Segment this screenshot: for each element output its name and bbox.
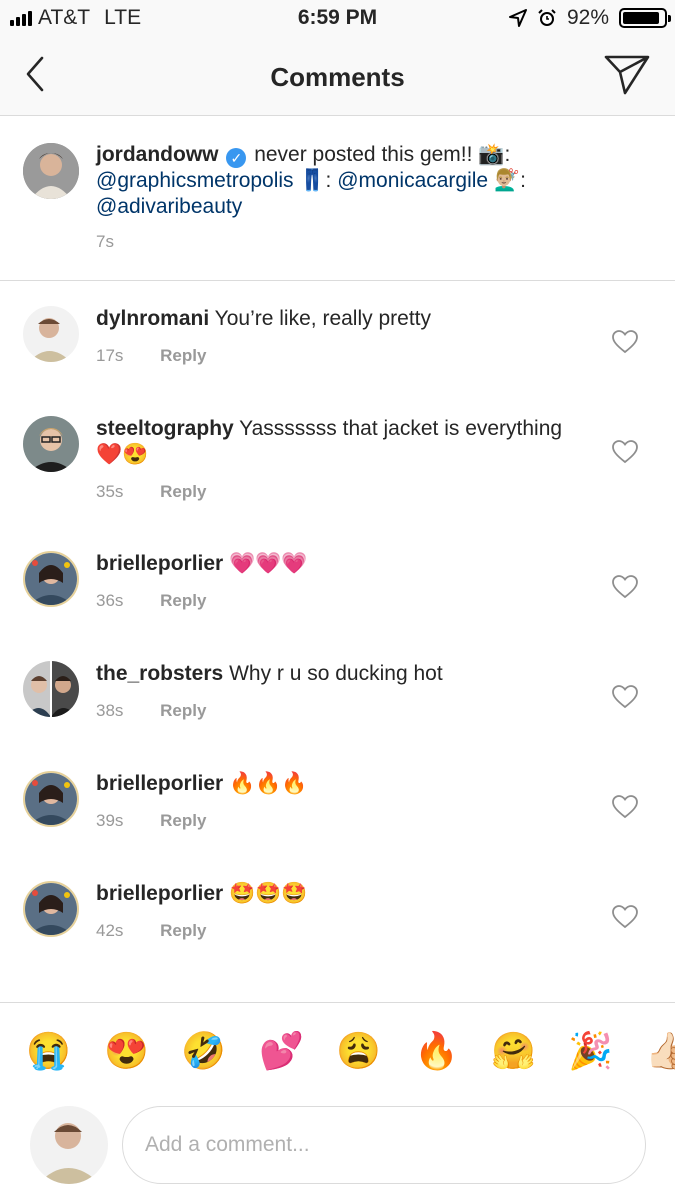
- status-right: 92%: [508, 6, 671, 30]
- caption-mention[interactable]: @adivaribeauty: [96, 195, 242, 218]
- send-direct-icon[interactable]: [603, 52, 651, 96]
- location-arrow-icon: [508, 9, 527, 27]
- caption-mention[interactable]: @graphicsmetropolis: [96, 169, 294, 192]
- like-heart-icon[interactable]: [612, 330, 638, 354]
- caption-text-part: 💇🏼‍♂️:: [493, 169, 526, 192]
- comment-timestamp: 17s: [96, 346, 124, 365]
- current-user-avatar: [30, 1106, 108, 1184]
- comment-body: 🤩🤩🤩: [229, 882, 308, 905]
- like-heart-icon[interactable]: [612, 905, 638, 929]
- comment-username[interactable]: dylnromani: [96, 307, 209, 330]
- comment-timestamp: 35s: [96, 482, 124, 501]
- caption-text: jordandoww ✓ never posted this gem!! 📸: …: [96, 142, 656, 220]
- emoji-two-hearts-button[interactable]: 💕: [259, 1029, 304, 1073]
- avatar[interactable]: [23, 661, 79, 717]
- comment-row: brielleporlier 🤩🤩🤩 42s Reply: [0, 881, 675, 981]
- comment-row: dylnromani You’re like, really pretty 17…: [0, 306, 675, 406]
- comment-body: You’re like, really pretty: [214, 307, 431, 330]
- reply-button[interactable]: Reply: [160, 921, 206, 940]
- emoji-hugging-button[interactable]: 🤗: [491, 1029, 536, 1073]
- post-caption: jordandoww ✓ never posted this gem!! 📸: …: [0, 116, 675, 281]
- comment-text: dylnromani You’re like, really pretty: [96, 306, 576, 332]
- comment-username[interactable]: the_robsters: [96, 662, 223, 685]
- emoji-party-popper-button[interactable]: 🎉: [568, 1029, 613, 1073]
- comment-row: the_robsters Why r u so ducking hot 38s …: [0, 661, 675, 761]
- reply-button[interactable]: Reply: [160, 346, 206, 365]
- caption-username[interactable]: jordandoww: [96, 143, 219, 166]
- like-heart-icon[interactable]: [612, 685, 638, 709]
- like-heart-icon[interactable]: [612, 575, 638, 599]
- emoji-fire-button[interactable]: 🔥: [414, 1029, 459, 1073]
- comment-body: Why r u so ducking hot: [229, 662, 443, 685]
- avatar[interactable]: [23, 551, 79, 607]
- comment-text: brielleporlier 💗💗💗: [96, 551, 576, 577]
- avatar[interactable]: [23, 416, 79, 472]
- alarm-clock-icon: [538, 9, 556, 26]
- caption-text-part: never posted this gem!! 📸:: [254, 143, 511, 166]
- comment-composer: [0, 1100, 675, 1200]
- like-heart-icon[interactable]: [612, 440, 638, 464]
- comment-username[interactable]: brielleporlier: [96, 772, 223, 795]
- comment-text: brielleporlier 🤩🤩🤩: [96, 881, 576, 907]
- caption-timestamp: 7s: [96, 232, 114, 251]
- avatar[interactable]: [23, 306, 79, 362]
- nav-bar: Comments: [0, 38, 675, 116]
- comment-row: steeltography Yasssssss that jacket is e…: [0, 416, 675, 526]
- comment-text: the_robsters Why r u so ducking hot: [96, 661, 576, 687]
- battery-icon: [619, 8, 671, 28]
- reply-button[interactable]: Reply: [160, 701, 206, 720]
- comment-timestamp: 39s: [96, 811, 124, 830]
- reply-button[interactable]: Reply: [160, 591, 206, 610]
- comment-username[interactable]: brielleporlier: [96, 552, 223, 575]
- add-comment-input[interactable]: [122, 1106, 646, 1184]
- battery-percent: 92%: [566, 6, 609, 29]
- caption-mention[interactable]: @monicacargile: [337, 169, 488, 192]
- verified-badge-icon: ✓: [226, 148, 247, 168]
- emoji-quick-bar: 😭 😍 🤣 💕 😩 🔥 🤗 🎉 👍🏻: [0, 1002, 675, 1099]
- comment-meta: 35s Reply: [96, 482, 206, 502]
- comment-username[interactable]: brielleporlier: [96, 882, 223, 905]
- comment-text: brielleporlier 🔥🔥🔥: [96, 771, 576, 797]
- reply-button[interactable]: Reply: [160, 811, 206, 830]
- comment-timestamp: 42s: [96, 921, 124, 940]
- comment-timestamp: 38s: [96, 701, 124, 720]
- comment-meta: 36s Reply: [96, 591, 206, 611]
- reply-button[interactable]: Reply: [160, 482, 206, 501]
- avatar[interactable]: [23, 771, 79, 827]
- emoji-rofl-button[interactable]: 🤣: [181, 1029, 226, 1073]
- avatar[interactable]: [23, 143, 79, 199]
- comment-text: steeltography Yasssssss that jacket is e…: [96, 416, 576, 468]
- comment-body: 💗💗💗: [229, 552, 308, 575]
- comment-username[interactable]: steeltography: [96, 417, 234, 440]
- avatar[interactable]: [23, 881, 79, 937]
- comment-meta: 42s Reply: [96, 921, 206, 941]
- comment-meta: 17s Reply: [96, 346, 206, 366]
- comment-meta: 39s Reply: [96, 811, 206, 831]
- comment-timestamp: 36s: [96, 591, 124, 610]
- emoji-thumbs-up-button[interactable]: 👍🏻: [645, 1029, 675, 1073]
- page-title: Comments: [270, 62, 405, 92]
- emoji-loudly-crying-button[interactable]: 😭: [26, 1029, 71, 1073]
- caption-text-part: 👖:: [299, 169, 332, 192]
- status-bar: AT&T LTE 6:59 PM 92%: [0, 0, 675, 38]
- comment-row: brielleporlier 🔥🔥🔥 39s Reply: [0, 771, 675, 871]
- comment-meta: 38s Reply: [96, 701, 206, 721]
- emoji-weary-button[interactable]: 😩: [336, 1029, 381, 1073]
- emoji-heart-eyes-button[interactable]: 😍: [104, 1029, 149, 1073]
- comment-body: 🔥🔥🔥: [229, 772, 308, 795]
- comment-row: brielleporlier 💗💗💗 36s Reply: [0, 551, 675, 651]
- like-heart-icon[interactable]: [612, 795, 638, 819]
